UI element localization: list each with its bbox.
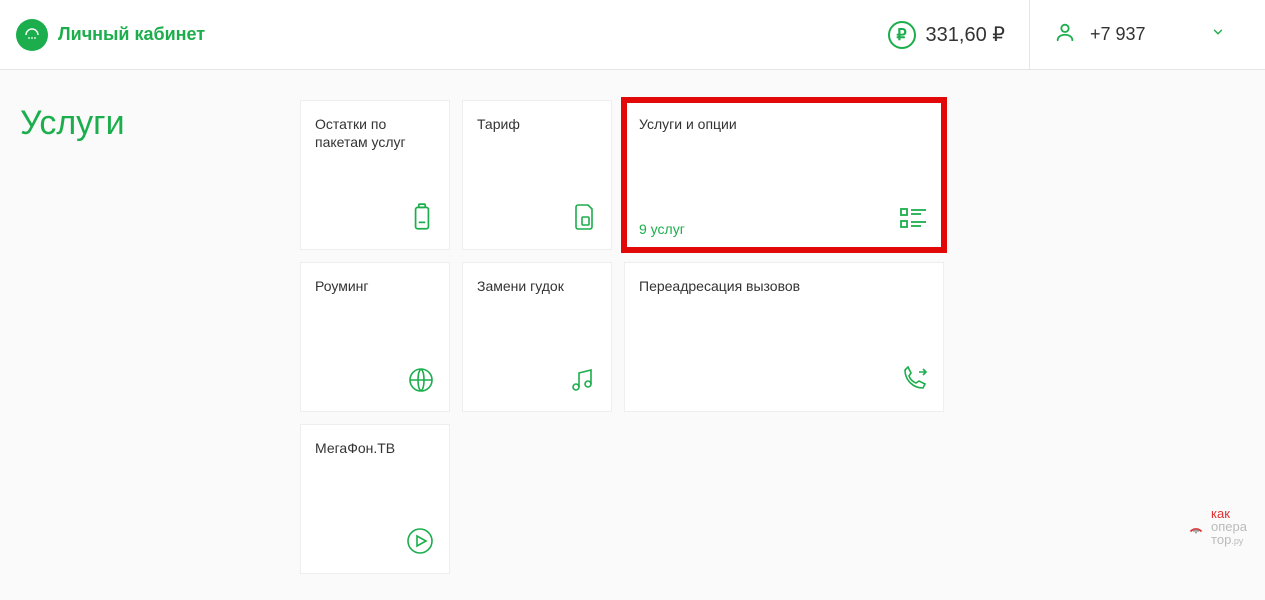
watermark: как опера тор.ру [1185, 507, 1247, 546]
header-right: ₽ 331,60 ₽ +7 937 [864, 0, 1249, 69]
services-grid: Остатки по пакетам услуг Тариф [300, 100, 944, 574]
content: Услуги Остатки по пакетам услуг Тариф [0, 70, 1265, 594]
list-icon [899, 206, 929, 237]
card-tariff[interactable]: Тариф [462, 100, 612, 250]
balance-area[interactable]: ₽ 331,60 ₽ [864, 0, 1029, 69]
user-icon [1054, 21, 1076, 48]
card-remains[interactable]: Остатки по пакетам услуг [300, 100, 450, 250]
watermark-suffix: .ру [1231, 536, 1243, 546]
ruble-icon: ₽ [888, 21, 916, 49]
sim-icon [573, 202, 597, 237]
card-ringtone[interactable]: Замени гудок [462, 262, 612, 412]
music-icon [569, 366, 597, 399]
card-title: Услуги и опции [639, 115, 929, 133]
phone-selector[interactable]: +7 937 [1029, 0, 1249, 69]
card-title: Остатки по пакетам услуг [315, 115, 435, 151]
card-tv[interactable]: МегаФон.ТВ [300, 424, 450, 574]
logo-area[interactable]: Личный кабинет [16, 19, 205, 51]
wifi-icon [1185, 515, 1207, 539]
page-title: Услуги [20, 100, 260, 574]
phone-forward-icon [899, 366, 929, 399]
play-icon [405, 526, 435, 561]
app-title: Личный кабинет [58, 24, 205, 45]
card-title: Замени гудок [477, 277, 597, 295]
phone-number: +7 937 [1090, 24, 1146, 45]
chevron-down-icon [1211, 25, 1225, 44]
header: Личный кабинет ₽ 331,60 ₽ +7 937 [0, 0, 1265, 70]
card-title: Роуминг [315, 277, 435, 295]
balance-value: 331,60 ₽ [926, 22, 1005, 47]
card-services-options[interactable]: Услуги и опции 9 услуг [624, 100, 944, 250]
card-roaming[interactable]: Роуминг [300, 262, 450, 412]
card-title: МегаФон.ТВ [315, 439, 435, 457]
globe-icon [407, 366, 435, 399]
card-forwarding[interactable]: Переадресация вызовов [624, 262, 944, 412]
card-title: Тариф [477, 115, 597, 133]
watermark-line3: тор [1211, 532, 1231, 547]
battery-icon [409, 202, 435, 237]
card-title: Переадресация вызовов [639, 277, 929, 295]
card-subtitle: 9 услуг [639, 221, 685, 237]
logo-icon [16, 19, 48, 51]
